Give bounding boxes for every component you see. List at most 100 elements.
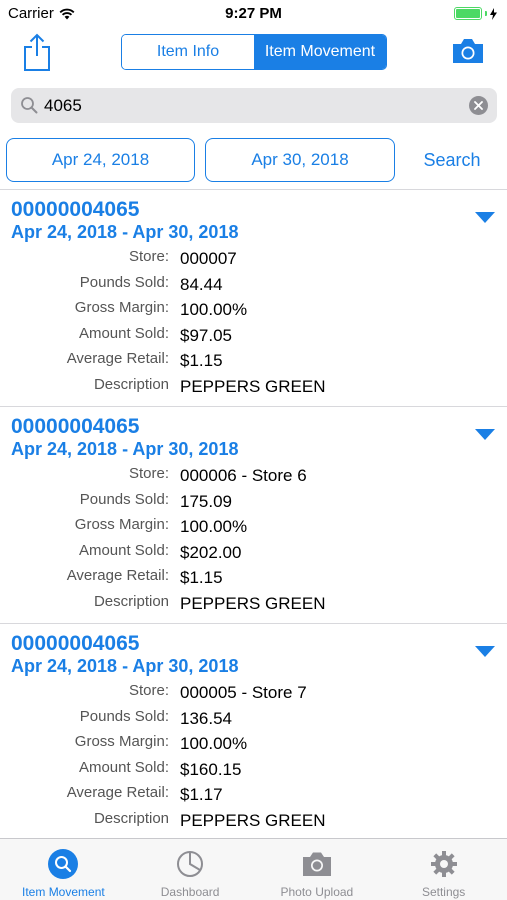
- field-row-store: Store: 000007: [0, 248, 507, 274]
- result-card[interactable]: 00000004065 Apr 24, 2018 - Apr 30, 2018 …: [0, 407, 507, 624]
- store-value: 000007: [180, 249, 237, 268]
- gross-margin-value: 100.00%: [180, 517, 248, 537]
- tab-label: Dashboard: [160, 885, 220, 899]
- tab-label: Settings: [421, 885, 466, 899]
- field-label: Pounds Sold:: [79, 707, 169, 725]
- description-value: PEPPERS GREEN: [180, 593, 326, 613]
- amount-sold-value: $202.00: [180, 542, 242, 562]
- date-range: Apr 24, 2018 - Apr 30, 2018: [11, 656, 239, 676]
- field-label: Description: [93, 375, 169, 393]
- date-range: Apr 24, 2018 - Apr 30, 2018: [11, 439, 239, 459]
- field-label: Amount Sold:: [78, 324, 169, 342]
- description-value: PEPPERS GREEN: [180, 376, 326, 396]
- field-list: Store: 000006 - Store 6 Pounds Sold: 175.0…: [0, 465, 507, 619]
- field-row-average-retail: Average Retail: $1.15: [0, 350, 507, 376]
- tab-settings[interactable]: Settings: [380, 839, 507, 900]
- share-button[interactable]: [22, 32, 52, 72]
- tab-label: Photo Upload: [280, 885, 354, 899]
- segment-item-info[interactable]: Item Info: [122, 35, 254, 69]
- field-list: Store: 000005 - Store 7 Pounds Sold: 136.5…: [0, 682, 507, 836]
- amount-sold-value: $97.05: [180, 325, 232, 345]
- chevron-down-icon[interactable]: [475, 429, 495, 440]
- pounds-sold-value: 84.44: [180, 274, 223, 294]
- nav-bar: Item Info Item Movement: [0, 28, 507, 78]
- field-row-average-retail: Average Retail: $1.15: [0, 567, 507, 593]
- search-input[interactable]: [44, 88, 464, 123]
- field-label: Amount Sold:: [78, 541, 169, 559]
- segment-item-movement[interactable]: Item Movement: [254, 35, 386, 69]
- field-label: Average Retail:: [66, 567, 169, 585]
- field-row-description: Description PEPPERS GREEN: [0, 593, 507, 619]
- field-label: Gross Margin:: [74, 516, 169, 534]
- field-row-gross-margin: Gross Margin: 100.00%: [0, 299, 507, 325]
- clear-search-button[interactable]: [469, 96, 488, 115]
- field-row-amount-sold: Amount Sold: $160.15: [0, 759, 507, 785]
- field-row-pounds-sold: Pounds Sold: 175.09: [0, 491, 507, 517]
- item-number: 00000004065: [11, 632, 140, 655]
- gear-icon: [430, 851, 457, 877]
- tab-item-movement[interactable]: Item Movement: [0, 839, 127, 900]
- field-label: Amount Sold:: [78, 758, 169, 776]
- field-row-store: Store: 000006 - Store 6: [0, 465, 507, 491]
- search-icon: [21, 97, 38, 114]
- status-bar: Carrier 9:27 PM: [0, 0, 507, 28]
- field-row-gross-margin: Gross Margin: 100.00%: [0, 516, 507, 542]
- results-list[interactable]: 00000004065 Apr 24, 2018 - Apr 30, 2018 …: [0, 190, 507, 838]
- field-row-pounds-sold: Pounds Sold: 136.54: [0, 708, 507, 734]
- average-retail-value: $1.15: [180, 351, 223, 371]
- field-row-amount-sold: Amount Sold: $97.05: [0, 325, 507, 351]
- average-retail-value: $1.15: [180, 568, 223, 588]
- field-label: Store:: [128, 248, 169, 265]
- tab-label: Item Movement: [22, 885, 105, 899]
- field-label: Gross Margin:: [74, 299, 169, 317]
- field-label: Store:: [128, 682, 169, 699]
- field-row-description: Description PEPPERS GREEN: [0, 810, 507, 836]
- field-label: Description: [93, 592, 169, 610]
- field-row-store: Store: 000005 - Store 7: [0, 682, 507, 708]
- field-list: Store: 000007 Pounds Sold: 84.44 Gross Mar…: [0, 248, 507, 402]
- charging-bolt-icon: [490, 7, 497, 20]
- store-value: 000006 - Store 6: [180, 466, 307, 485]
- search-icon: [48, 849, 79, 879]
- chevron-down-icon[interactable]: [475, 646, 495, 657]
- field-label: Average Retail:: [66, 350, 169, 368]
- gross-margin-value: 100.00%: [180, 734, 248, 754]
- camera-button[interactable]: [451, 37, 485, 65]
- start-date-button[interactable]: Apr 24, 2018: [6, 138, 195, 182]
- item-number: 00000004065: [11, 415, 140, 438]
- field-row-amount-sold: Amount Sold: $202.00: [0, 542, 507, 568]
- field-label: Average Retail:: [66, 784, 169, 802]
- store-value: 000005 - Store 7: [180, 683, 307, 702]
- status-time: 9:27 PM: [225, 5, 282, 22]
- field-label: Description: [93, 809, 169, 827]
- result-card[interactable]: 00000004065 Apr 24, 2018 - Apr 30, 2018 …: [0, 624, 507, 838]
- clear-icon: [474, 101, 483, 110]
- field-row-description: Description PEPPERS GREEN: [0, 376, 507, 402]
- end-date-button[interactable]: Apr 30, 2018: [205, 138, 395, 182]
- search-bar: [11, 88, 497, 123]
- field-label: Gross Margin:: [74, 733, 169, 751]
- average-retail-value: $1.17: [180, 785, 223, 805]
- item-number: 00000004065: [11, 198, 140, 221]
- search-button[interactable]: Search: [404, 138, 500, 182]
- amount-sold-value: $160.15: [180, 759, 242, 779]
- field-row-gross-margin: Gross Margin: 100.00%: [0, 733, 507, 759]
- gross-margin-value: 100.00%: [180, 300, 248, 320]
- share-icon: [24, 33, 50, 71]
- battery-icon: [454, 7, 482, 20]
- battery-indicator: [454, 7, 497, 20]
- pounds-sold-value: 175.09: [180, 491, 232, 511]
- view-segmented-control: Item Info Item Movement: [121, 34, 387, 70]
- chevron-down-icon[interactable]: [475, 212, 495, 223]
- field-row-pounds-sold: Pounds Sold: 84.44: [0, 274, 507, 300]
- description-value: PEPPERS GREEN: [180, 810, 326, 830]
- tab-dashboard[interactable]: Dashboard: [127, 839, 254, 900]
- field-label: Pounds Sold:: [79, 490, 169, 508]
- tab-bar: Item Movement Dashboard Photo Upload Set…: [0, 838, 507, 900]
- result-card[interactable]: 00000004065 Apr 24, 2018 - Apr 30, 2018 …: [0, 190, 507, 407]
- pie-chart-icon: [177, 851, 204, 877]
- camera-icon: [302, 852, 331, 876]
- tab-photo-upload[interactable]: Photo Upload: [254, 839, 381, 900]
- camera-icon: [453, 39, 483, 63]
- pounds-sold-value: 136.54: [180, 708, 232, 728]
